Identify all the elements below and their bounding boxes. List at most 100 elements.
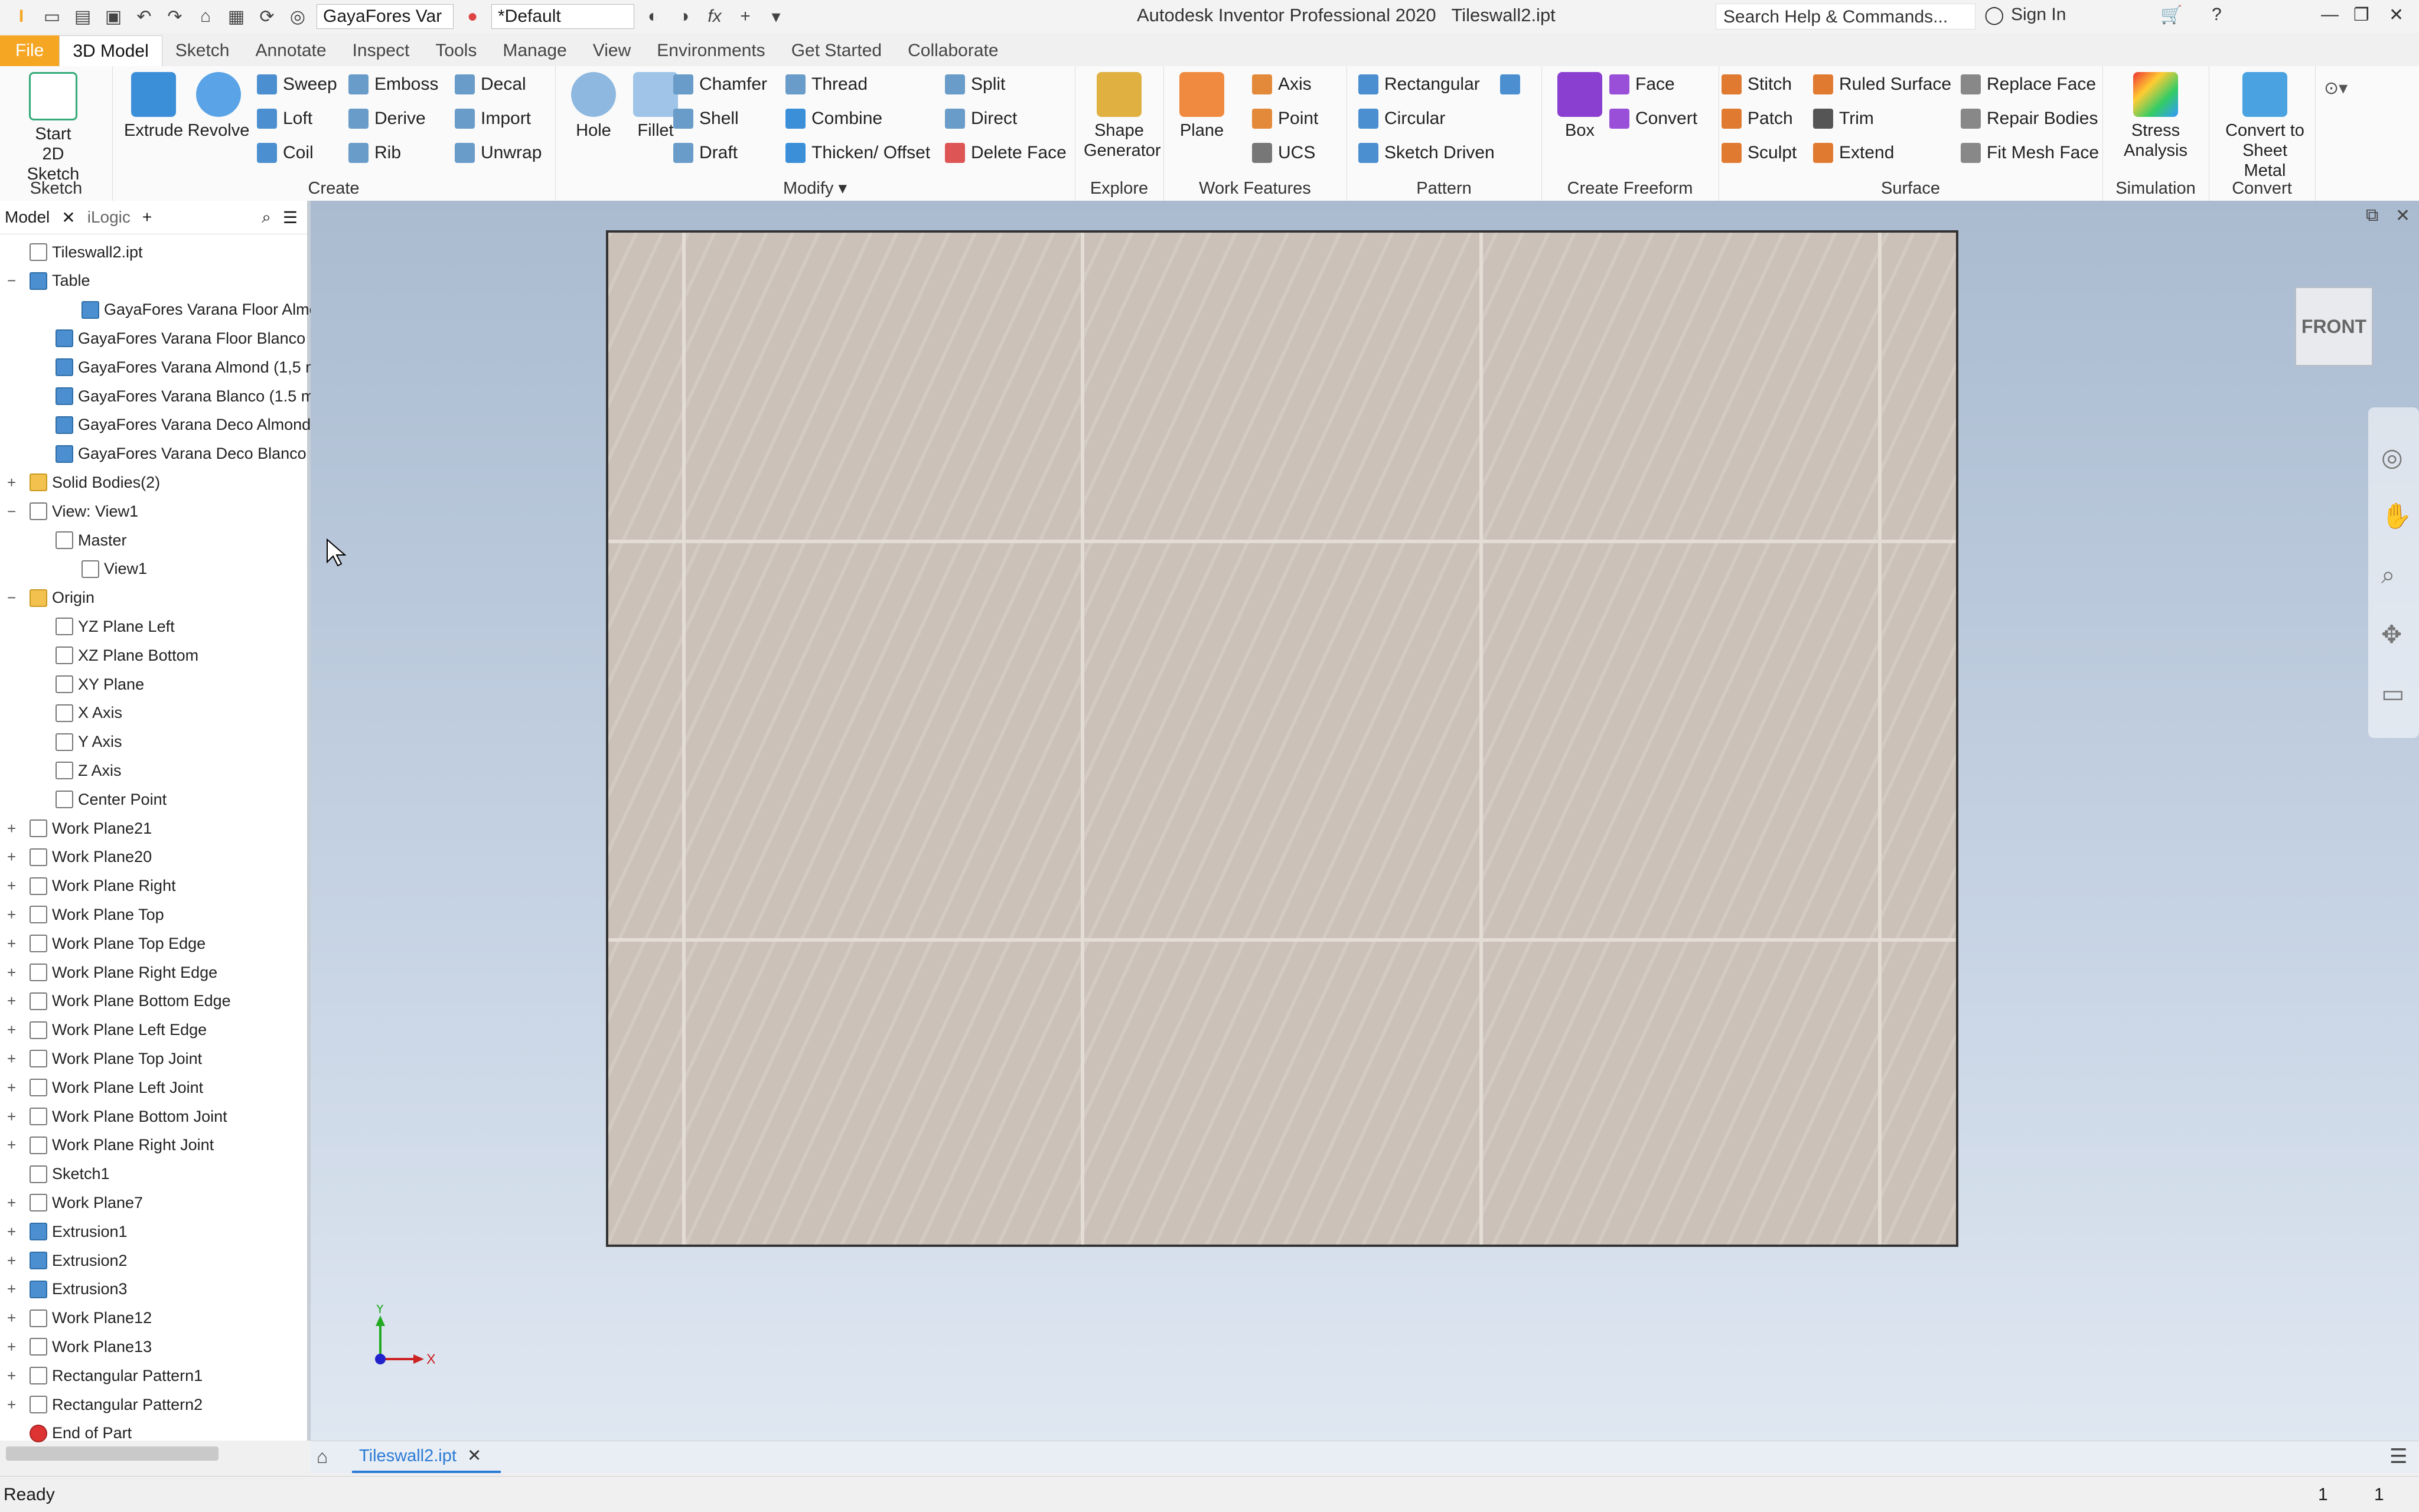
select-icon[interactable]: ▦ bbox=[224, 5, 248, 28]
expand-toggle-icon[interactable]: + bbox=[7, 1338, 18, 1356]
tree-item[interactable]: GayaFores Varana Almond (1,5 m bbox=[56, 353, 319, 381]
tree-item[interactable]: YZ Plane Left bbox=[56, 612, 175, 641]
minimize-icon[interactable]: — bbox=[2321, 5, 2339, 25]
tree-item[interactable]: + Work Plane Top Joint bbox=[7, 1044, 202, 1073]
tree-item[interactable]: Z Axis bbox=[56, 756, 122, 785]
stress-analysis-button[interactable]: Stress Analysis bbox=[2120, 72, 2191, 161]
tab-ilogic[interactable]: iLogic bbox=[87, 208, 131, 227]
tab-3d-model[interactable]: 3D Model bbox=[59, 35, 162, 67]
close-document-icon[interactable]: ✕ bbox=[467, 1446, 481, 1465]
replace-face-button[interactable]: Replace Face bbox=[1961, 68, 2096, 100]
split-button[interactable]: Split bbox=[945, 68, 1005, 100]
fx-icon[interactable]: fx bbox=[703, 5, 726, 28]
tab-tools[interactable]: Tools bbox=[422, 35, 490, 66]
expand-toggle-icon[interactable]: − bbox=[7, 502, 18, 521]
stitch-button[interactable]: Stitch bbox=[1722, 68, 1792, 100]
tree-item[interactable]: + Work Plane Left Edge bbox=[7, 1016, 207, 1044]
extend-button[interactable]: Extend bbox=[1813, 137, 1894, 169]
plane-button[interactable]: Plane bbox=[1166, 72, 1237, 141]
expand-toggle-icon[interactable]: + bbox=[7, 877, 18, 895]
sculpt-button[interactable]: Sculpt bbox=[1722, 137, 1797, 169]
adjust-icon[interactable]: ◑ bbox=[672, 5, 696, 28]
tree-item[interactable]: + Work Plane Top bbox=[7, 900, 164, 929]
face-button[interactable]: Face bbox=[1609, 68, 1675, 100]
material-combo[interactable]: GayaFores Var bbox=[317, 4, 454, 29]
clear-appearance-icon[interactable]: ◐ bbox=[641, 5, 665, 28]
steering-wheel-icon[interactable]: ◎ bbox=[2381, 443, 2403, 472]
mirror-button[interactable] bbox=[1500, 68, 1526, 100]
tab-collaborate[interactable]: Collaborate bbox=[895, 35, 1011, 66]
expand-toggle-icon[interactable]: + bbox=[7, 1280, 18, 1298]
import-button[interactable]: Import bbox=[455, 103, 531, 135]
shell-button[interactable]: Shell bbox=[673, 103, 739, 135]
axis-button[interactable]: Axis bbox=[1252, 68, 1312, 100]
tab-file[interactable]: File bbox=[0, 35, 60, 66]
expand-toggle-icon[interactable]: + bbox=[7, 1252, 18, 1270]
expand-toggle-icon[interactable]: − bbox=[7, 272, 18, 290]
zoom-icon[interactable]: ⌕ bbox=[2381, 561, 2395, 590]
tree-item[interactable]: XY Plane bbox=[56, 670, 144, 698]
tree-item[interactable]: + Extrusion1 bbox=[7, 1217, 128, 1246]
update-icon[interactable]: ⟳ bbox=[255, 5, 279, 28]
restore-icon[interactable]: ❐ bbox=[2353, 5, 2369, 25]
tab-get-started[interactable]: Get Started bbox=[778, 35, 895, 66]
unwrap-button[interactable]: Unwrap bbox=[455, 137, 542, 169]
rectangular-pattern-button[interactable]: Rectangular bbox=[1358, 68, 1480, 100]
tree-item[interactable]: − Origin bbox=[7, 584, 94, 612]
browser-scrollbar[interactable] bbox=[6, 1446, 219, 1461]
menu-icon[interactable]: ☰ bbox=[283, 208, 298, 227]
tree-item[interactable]: View1 bbox=[81, 555, 147, 583]
derive-button[interactable]: Derive bbox=[348, 103, 426, 135]
hole-button[interactable]: Hole bbox=[558, 72, 629, 141]
point-button[interactable]: Point bbox=[1252, 103, 1318, 135]
expand-toggle-icon[interactable]: + bbox=[7, 1136, 18, 1154]
tree-item[interactable]: GayaFores Varana Blanco (1.5 m bbox=[56, 382, 314, 410]
tree-item[interactable]: + Work Plane Bottom Joint bbox=[7, 1102, 227, 1131]
expand-toggle-icon[interactable]: + bbox=[7, 1396, 18, 1414]
search-icon[interactable]: ⌕ bbox=[262, 208, 271, 227]
tree-item[interactable]: + Work Plane13 bbox=[7, 1333, 152, 1361]
sketch-driven-pattern-button[interactable]: Sketch Driven bbox=[1358, 137, 1495, 169]
tab-annotate[interactable]: Annotate bbox=[242, 35, 339, 66]
expand-toggle-icon[interactable]: + bbox=[7, 1223, 18, 1241]
tree-item[interactable]: − View: View1 bbox=[7, 497, 138, 525]
expand-toggle-icon[interactable]: + bbox=[7, 1108, 18, 1126]
expand-toggle-icon[interactable]: + bbox=[7, 1050, 18, 1068]
cart-icon[interactable]: 🛒 bbox=[2160, 5, 2182, 25]
tree-item[interactable]: + Rectangular Pattern1 bbox=[7, 1361, 203, 1390]
look-at-icon[interactable]: ▭ bbox=[2381, 679, 2405, 708]
user-icon[interactable]: ◯ bbox=[1984, 5, 2004, 25]
tree-item[interactable]: + Work Plane12 bbox=[7, 1304, 152, 1333]
expand-toggle-icon[interactable]: + bbox=[7, 1367, 18, 1385]
close-tab-icon[interactable]: ✕ bbox=[61, 208, 75, 227]
tree-item[interactable]: Sketch1 bbox=[30, 1160, 110, 1188]
tree-item[interactable]: Tileswall2.ipt bbox=[30, 238, 143, 266]
orbit-icon[interactable]: ✥ bbox=[2381, 620, 2402, 649]
ruled-surface-button[interactable]: Ruled Surface bbox=[1813, 68, 1951, 100]
inventor-logo-icon[interactable]: I bbox=[9, 5, 33, 28]
expand-toggle-icon[interactable]: + bbox=[7, 906, 18, 924]
coil-button[interactable]: Coil bbox=[257, 137, 314, 169]
tree-item[interactable]: X Axis bbox=[56, 699, 122, 727]
open-icon[interactable]: ▤ bbox=[71, 5, 94, 28]
document-tab[interactable]: Tileswall2.ipt ✕ bbox=[352, 1441, 501, 1473]
tree-item[interactable]: + Work Plane Right Edge bbox=[7, 958, 217, 987]
decal-button[interactable]: Decal bbox=[455, 68, 526, 100]
tree-item[interactable]: + Work Plane Right bbox=[7, 872, 176, 900]
tree-item[interactable]: GayaFores Varana Deco Blanco ( bbox=[56, 440, 316, 468]
tab-view[interactable]: View bbox=[580, 35, 644, 66]
tree-item[interactable]: + Work Plane20 bbox=[7, 843, 152, 871]
tree-item[interactable]: End of Part bbox=[30, 1419, 132, 1448]
new-icon[interactable]: ▭ bbox=[40, 5, 64, 28]
convert-sheet-metal-button[interactable]: Convert to Sheet Metal bbox=[2221, 72, 2309, 181]
home-tab-icon[interactable]: ⌂ bbox=[317, 1446, 328, 1468]
tree-item[interactable]: + Solid Bodies(2) bbox=[7, 468, 160, 497]
close-view-icon[interactable]: ✕ bbox=[2395, 205, 2410, 226]
expand-toggle-icon[interactable]: + bbox=[7, 1079, 18, 1097]
tree-item[interactable]: − Table bbox=[7, 267, 90, 295]
maximize-view-icon[interactable]: ⧉ bbox=[2366, 205, 2378, 226]
appearance-icon[interactable]: ● bbox=[461, 5, 484, 28]
tree-item[interactable]: Center Point bbox=[56, 785, 167, 814]
tree-item[interactable]: GayaFores Varana Floor Almc bbox=[81, 296, 317, 324]
add-tab-icon[interactable]: + bbox=[142, 208, 152, 227]
